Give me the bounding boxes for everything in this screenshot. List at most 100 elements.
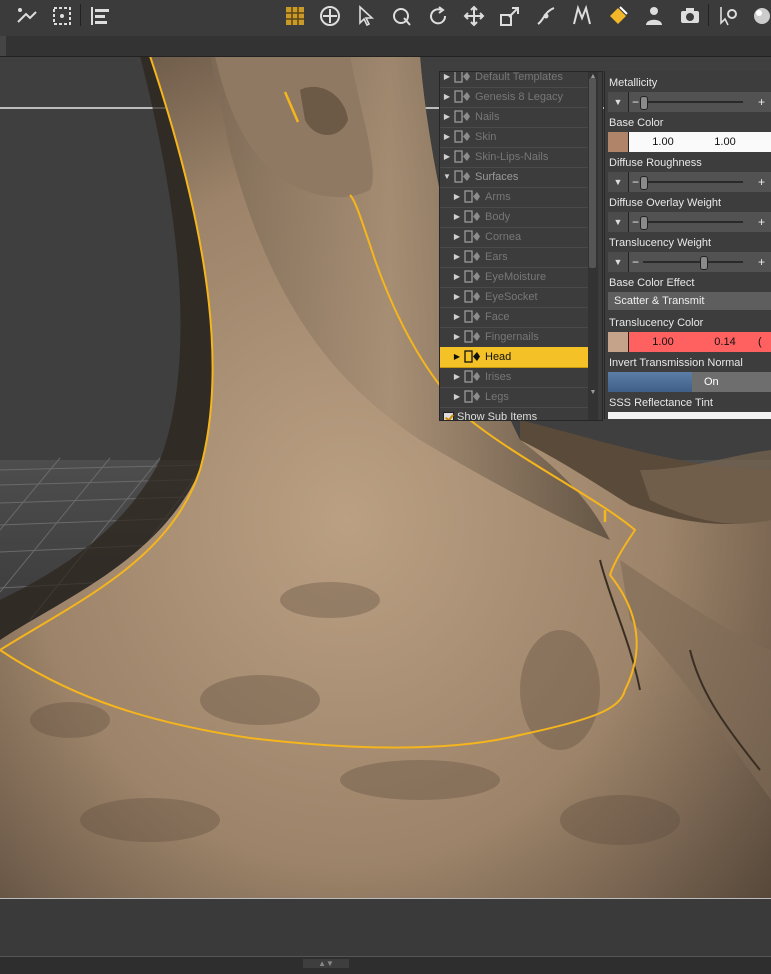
slider-knob[interactable] [640, 176, 648, 190]
tree-item-label: Body [485, 211, 511, 223]
tree-item[interactable]: ▶ Arms [440, 187, 588, 208]
plus-icon[interactable]: + [758, 212, 765, 232]
translucency-color-swatch[interactable] [608, 332, 629, 352]
tree-item[interactable]: ▶ Fingernails [440, 327, 588, 348]
collapsed-arrow-icon[interactable]: ▶ [452, 207, 462, 227]
toggle-on-state[interactable]: On [692, 372, 771, 392]
plus-icon[interactable]: + [758, 92, 765, 112]
joint-editor-icon[interactable] [532, 2, 560, 30]
translucency-color-r[interactable]: 1.00 [632, 332, 694, 352]
collapsed-arrow-icon[interactable]: ▶ [452, 267, 462, 287]
render-icon[interactable] [748, 2, 771, 30]
collapsed-arrow-icon[interactable]: ▶ [442, 72, 452, 87]
tree-item[interactable]: ▶ EyeMoisture [440, 267, 588, 288]
dropdown-arrow-icon[interactable]: ▼ [608, 92, 629, 112]
tree-item-label: Legs [485, 391, 509, 403]
surface-icon [464, 390, 481, 403]
figure-icon[interactable] [640, 2, 668, 30]
tree-item[interactable]: ▼ Surfaces [440, 167, 588, 188]
material-group-icon [454, 150, 471, 163]
minus-icon[interactable]: − [632, 212, 639, 232]
scroll-down-icon[interactable]: ▼ [588, 388, 598, 398]
main-toolbar [0, 0, 771, 36]
collapsed-arrow-icon[interactable]: ▶ [442, 87, 452, 107]
dropdown-arrow-icon[interactable]: ▼ [608, 252, 629, 272]
tree-item[interactable]: ▶ Legs [440, 387, 588, 408]
translucency-weight-slider[interactable]: ▼ − + [608, 252, 771, 272]
slider-knob[interactable] [700, 256, 708, 270]
base-color-g[interactable]: 1.00 [694, 132, 756, 152]
base-color-r[interactable]: 1.00 [632, 132, 694, 152]
tree-item[interactable]: ▶ Cornea [440, 227, 588, 248]
tree-item[interactable]: ▶ Irises [440, 367, 588, 388]
tree-item[interactable]: ▶ Body [440, 207, 588, 228]
tree-item[interactable]: ▶ Skin-Lips-Nails [440, 147, 588, 168]
node-select-icon[interactable] [12, 2, 40, 30]
sss-reflectance-tint-field[interactable] [608, 412, 771, 419]
tree-item[interactable]: ▶ Ears [440, 247, 588, 268]
diffuse-roughness-slider[interactable]: ▼ − + [608, 172, 771, 192]
tree-item[interactable]: ▶ Head [440, 347, 588, 368]
tree-item[interactable]: ▶ Nails [440, 107, 588, 128]
translucency-color-b[interactable]: ( [758, 332, 771, 352]
plus-icon[interactable]: + [758, 252, 765, 272]
surface-icon [464, 270, 481, 283]
slider-knob[interactable] [640, 96, 648, 110]
surface-selection-icon[interactable] [604, 2, 632, 30]
expanded-arrow-icon[interactable]: ▼ [442, 167, 452, 187]
orbit-tool-icon[interactable] [388, 2, 416, 30]
collapsed-arrow-icon[interactable]: ▶ [452, 347, 462, 367]
universal-tool-icon[interactable] [316, 2, 344, 30]
diffuse-overlay-weight-slider[interactable]: ▼ − + [608, 212, 771, 232]
rotate-tool-icon[interactable] [424, 2, 452, 30]
pane-resize-grip[interactable]: ▲▼ [303, 959, 349, 968]
scroll-thumb[interactable] [589, 78, 596, 268]
viewport-tab[interactable] [0, 36, 6, 56]
grid-toggle-icon[interactable] [281, 2, 309, 30]
metallicity-slider[interactable]: ▼ − + [608, 92, 771, 112]
show-sub-items-checkbox[interactable]: Show Sub Items [440, 410, 588, 420]
collapsed-arrow-icon[interactable]: ▶ [452, 287, 462, 307]
tree-scrollbar[interactable]: ▲ ▼ [588, 72, 598, 420]
dropdown-arrow-icon[interactable]: ▼ [608, 172, 629, 192]
slider-knob[interactable] [640, 216, 648, 230]
collapsed-arrow-icon[interactable]: ▶ [452, 187, 462, 207]
status-bar: ▲▼ [0, 956, 771, 974]
surface-icon [464, 310, 481, 323]
tree-item[interactable]: ▶ Default Templates [440, 72, 588, 88]
align-icon[interactable] [86, 2, 114, 30]
collapsed-arrow-icon[interactable]: ▶ [452, 327, 462, 347]
camera-icon[interactable] [676, 2, 704, 30]
collapsed-arrow-icon[interactable]: ▶ [452, 227, 462, 247]
minus-icon[interactable]: − [632, 252, 639, 272]
settings-icon[interactable] [714, 2, 742, 30]
geometry-editor-icon[interactable] [568, 2, 596, 30]
tree-item[interactable]: ▶ Genesis 8 Legacy [440, 87, 588, 108]
tree-item-label: Skin-Lips-Nails [475, 151, 549, 163]
collapsed-arrow-icon[interactable]: ▶ [452, 307, 462, 327]
collapsed-arrow-icon[interactable]: ▶ [452, 387, 462, 407]
base-color-swatch[interactable] [608, 132, 629, 152]
collapsed-arrow-icon[interactable]: ▶ [442, 127, 452, 147]
collapsed-arrow-icon[interactable]: ▶ [442, 107, 452, 127]
minus-icon[interactable]: − [632, 92, 639, 112]
minus-icon[interactable]: − [632, 172, 639, 192]
invert-transmission-normal-toggle[interactable]: On [608, 372, 771, 392]
tree-item[interactable]: ▶ EyeSocket [440, 287, 588, 308]
collapsed-arrow-icon[interactable]: ▶ [452, 247, 462, 267]
base-color-field[interactable]: 1.00 1.00 [608, 132, 771, 152]
translate-tool-icon[interactable] [460, 2, 488, 30]
collapsed-arrow-icon[interactable]: ▶ [452, 367, 462, 387]
tree-item[interactable]: ▶ Face [440, 307, 588, 328]
pointer-tool-icon[interactable] [352, 2, 380, 30]
base-color-effect-dropdown[interactable]: Scatter & Transmit [608, 292, 771, 310]
region-select-icon[interactable] [48, 2, 76, 30]
translucency-color-field[interactable]: 1.00 0.14 ( [608, 332, 771, 352]
collapsed-arrow-icon[interactable]: ▶ [442, 147, 452, 167]
dropdown-arrow-icon[interactable]: ▼ [608, 212, 629, 232]
translucency-color-g[interactable]: 0.14 [694, 332, 756, 352]
plus-icon[interactable]: + [758, 172, 765, 192]
tree-item[interactable]: ▶ Skin [440, 127, 588, 148]
checkbox-icon[interactable] [443, 412, 454, 420]
scale-tool-icon[interactable] [496, 2, 524, 30]
